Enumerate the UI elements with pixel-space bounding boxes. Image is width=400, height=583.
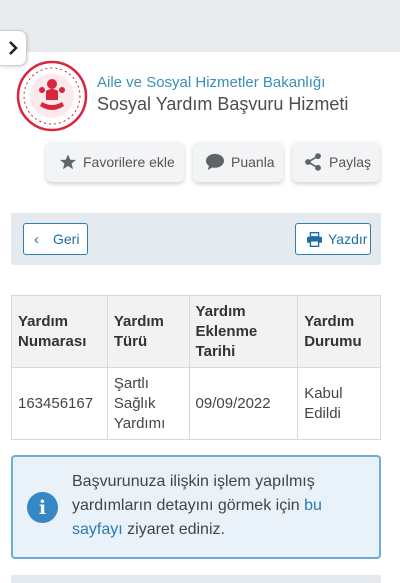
bottom-panel (11, 575, 381, 583)
print-button[interactable]: Yazdır (295, 223, 371, 255)
column-header-aid-number: Yardım Numarası (11, 295, 108, 368)
add-favorite-label: Favorilere ekle (83, 154, 175, 170)
share-label: Paylaş (329, 154, 372, 170)
info-box: i Başvurunuza ilişkin işlem yapılmış yar… (11, 455, 381, 559)
share-icon (305, 153, 321, 171)
cell-aid-status: Kabul Edildi (297, 367, 381, 440)
cell-aid-date: 09/09/2022 (188, 367, 299, 440)
column-header-aid-status: Yardım Durumu (297, 295, 381, 368)
speech-bubble-icon (206, 153, 224, 171)
cell-aid-number: 163456167 (11, 367, 108, 440)
column-header-aid-date: Yardım Eklenme Tarihi (188, 295, 299, 368)
back-label: Geri (53, 231, 80, 247)
ministry-logo (16, 60, 88, 132)
printer-icon (307, 231, 322, 247)
table-header-row: Yardım Numarası Yardım Türü Yardım Eklen… (11, 295, 381, 368)
info-text-after: ziyaret ediniz. (122, 521, 225, 538)
info-icon: i (27, 492, 58, 523)
drawer-toggle-button[interactable] (0, 30, 27, 66)
share-button[interactable]: Paylaş (292, 142, 380, 182)
info-text: Başvurunuza ilişkin işlem yapılmış yardı… (72, 470, 372, 542)
aid-table: Yardım Numarası Yardım Türü Yardım Eklen… (11, 295, 381, 440)
chevron-left-icon: ‹ (34, 230, 39, 248)
top-bar (0, 0, 400, 52)
ministry-header: Aile ve Sosyal Hizmetler Bakanlığı Sosya… (0, 52, 400, 138)
table-row: 163456167 Şartlı Sağlık Yardımı 09/09/20… (11, 367, 381, 440)
star-icon (60, 154, 76, 170)
back-button[interactable]: ‹ Geri (23, 223, 88, 255)
toolbar: ‹ Geri Yazdır (11, 213, 381, 265)
print-label: Yazdır (328, 231, 368, 247)
service-name: Sosyal Yardım Başvuru Hizmeti (97, 94, 349, 114)
column-header-aid-type: Yardım Türü (106, 295, 190, 368)
info-text-before: Başvurunuza ilişkin işlem yapılmış yardı… (72, 473, 315, 514)
rate-label: Puanla (231, 154, 275, 170)
cell-aid-type: Şartlı Sağlık Yardımı (106, 367, 190, 440)
add-favorite-button[interactable]: Favorilere ekle (46, 142, 184, 182)
chevron-right-icon (9, 41, 18, 55)
ministry-name: Aile ve Sosyal Hizmetler Bakanlığı (97, 74, 326, 91)
action-bar: Favorilere ekle Puanla Paylaş (0, 142, 400, 186)
rate-button[interactable]: Puanla (193, 142, 283, 182)
